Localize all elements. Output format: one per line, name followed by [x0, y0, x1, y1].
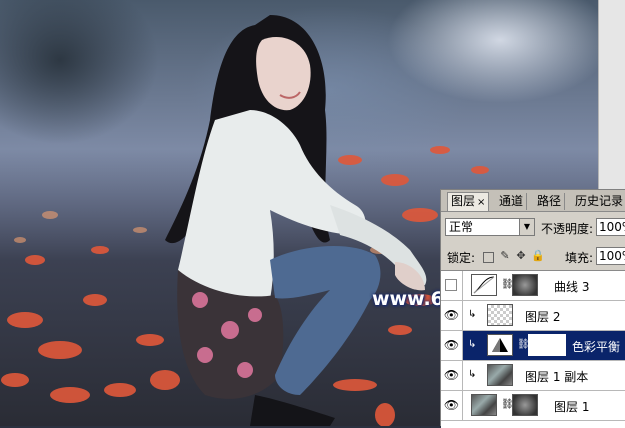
close-icon[interactable]: ×: [477, 197, 485, 208]
opacity-field[interactable]: 100%: [596, 218, 625, 236]
tab-history[interactable]: 历史记录: [572, 193, 625, 210]
visibility-toggle[interactable]: 👁: [441, 391, 463, 420]
eye-icon: 👁: [443, 368, 460, 382]
layer-mask-thumbnail[interactable]: [528, 334, 566, 356]
layer-name: 图层 1: [554, 400, 590, 414]
eye-icon: 👁: [443, 308, 460, 322]
tab-channels[interactable]: 通道: [496, 193, 528, 210]
curves-adjustment-icon: [471, 274, 497, 296]
chevron-down-icon[interactable]: ▼: [519, 219, 534, 235]
blend-mode-value: 正常: [449, 220, 474, 234]
layer-name: 图层 2: [525, 310, 561, 324]
clipping-arrow-icon: ↳: [468, 339, 477, 350]
layers-list: ⛓ 曲线 3 👁 ↳ 图层 2 👁 ↳ ⛓ 色彩平衡 1 👁 ↳ 图层: [441, 270, 625, 428]
fill-field[interactable]: 100%: [596, 247, 625, 265]
layer-row[interactable]: ⛓ 曲线 3: [441, 271, 625, 301]
layer-row[interactable]: 👁 ↳ 图层 1 副本: [441, 361, 625, 391]
layer-row-selected[interactable]: 👁 ↳ ⛓ 色彩平衡 1: [441, 331, 625, 361]
layer-row[interactable]: 👁 ⛓ 图层 1: [441, 391, 625, 421]
layer-thumbnail: [487, 304, 513, 326]
eye-icon: 👁: [443, 338, 460, 352]
visibility-toggle[interactable]: [441, 271, 463, 300]
clipping-arrow-icon: ↳: [468, 369, 477, 380]
layer-mask-thumbnail[interactable]: [512, 274, 538, 296]
lock-move-icon[interactable]: ✥: [515, 250, 527, 262]
tab-paths[interactable]: 路径: [534, 193, 566, 210]
panel-tab-bar: 图层 × 通道 路径 历史记录: [441, 190, 625, 212]
fill-label: 填充:: [565, 251, 594, 265]
color-balance-adjustment-icon: [487, 334, 513, 356]
layer-name: 色彩平衡 1: [572, 340, 625, 354]
eye-icon: 👁: [443, 398, 460, 412]
clipping-arrow-icon: ↳: [468, 309, 477, 320]
layer-name: 图层 1 副本: [525, 370, 589, 384]
tab-history-label: 历史记录: [575, 194, 624, 208]
layer-name: 曲线 3: [554, 280, 590, 294]
layers-panel: 图层× 通道 路径 历史记录 正常 ▼ 不透明度: 100% 锁定: ✎ ✥ 🔒…: [440, 189, 625, 428]
tab-paths-label: 路径: [537, 194, 562, 208]
blend-mode-select[interactable]: 正常 ▼: [445, 218, 535, 236]
opacity-label: 不透明度:: [541, 222, 594, 236]
blend-opacity-row: 正常 ▼ 不透明度: 100%: [441, 218, 625, 240]
visibility-toggle[interactable]: 👁: [441, 331, 463, 360]
layer-row[interactable]: 👁 ↳ 图层 2: [441, 301, 625, 331]
lock-brush-icon[interactable]: ✎: [499, 250, 511, 262]
visibility-toggle[interactable]: 👁: [441, 361, 463, 390]
lock-label: 锁定:: [447, 251, 476, 265]
tab-layers-label: 图层: [451, 194, 476, 208]
lock-all-icon[interactable]: 🔒: [531, 250, 545, 262]
eye-hidden-icon: [445, 279, 457, 291]
visibility-toggle[interactable]: 👁: [441, 301, 463, 330]
lock-fill-row: 锁定: ✎ ✥ 🔒 填充: 100%: [441, 247, 625, 269]
tab-channels-label: 通道: [499, 194, 524, 208]
layer-thumbnail: [471, 394, 497, 416]
layer-mask-thumbnail[interactable]: [512, 394, 538, 416]
layer-thumbnail: [487, 364, 513, 386]
tab-layers[interactable]: 图层 ×: [447, 192, 490, 211]
lock-transparency-icon[interactable]: [483, 252, 494, 263]
